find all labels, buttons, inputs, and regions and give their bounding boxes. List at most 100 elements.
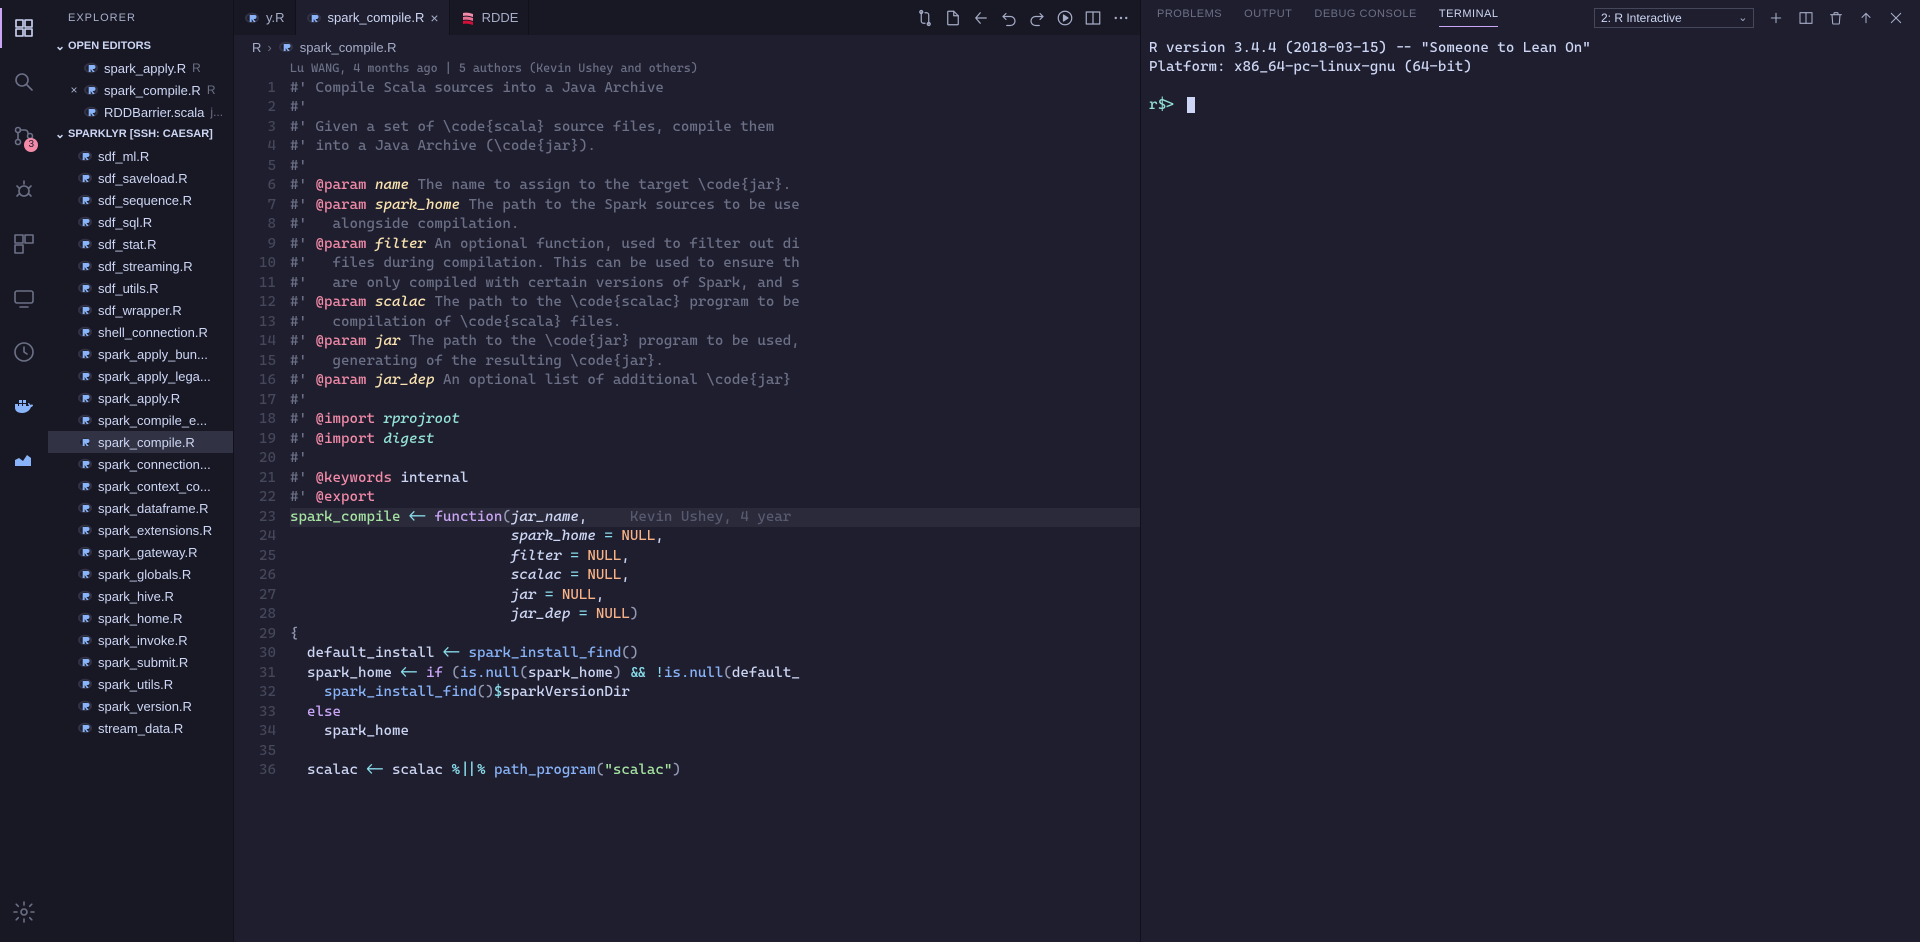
terminal[interactable]: R version 3.4.4 (2018-03-15) -- "Someone… <box>1141 35 1920 942</box>
open-editors-header[interactable]: ⌄ OPEN EDITORS <box>48 35 233 57</box>
open-editors-list: ×spark_apply.RR×spark_compile.RR×RDDBarr… <box>48 57 233 123</box>
r-file-icon <box>76 455 94 473</box>
r-file-icon <box>76 587 94 605</box>
panel-tab[interactable]: PROBLEMS <box>1157 8 1222 27</box>
r-file-icon <box>76 675 94 693</box>
r-file-icon <box>76 477 94 495</box>
docker-icon[interactable] <box>0 386 48 426</box>
file-tree: sdf_ml.Rsdf_saveload.Rsdf_sequence.Rsdf_… <box>48 145 233 942</box>
file-tree-item[interactable]: sdf_ml.R <box>48 145 233 167</box>
r-file-icon <box>76 301 94 319</box>
file-tree-item[interactable]: spark_hive.R <box>48 585 233 607</box>
debug-icon[interactable] <box>0 170 48 210</box>
r-file-icon <box>82 103 100 121</box>
r-file-icon <box>76 631 94 649</box>
r-file-icon <box>76 213 94 231</box>
panel-tab[interactable]: TERMINAL <box>1439 8 1499 27</box>
file-tree-item[interactable]: spark_submit.R <box>48 651 233 673</box>
tab-actions <box>906 0 1140 35</box>
file-tree-item[interactable]: spark_compile_e... <box>48 409 233 431</box>
explorer-sidebar: EXPLORER ⌄ OPEN EDITORS ×spark_apply.RR×… <box>48 0 234 942</box>
panel-tab[interactable]: OUTPUT <box>1244 8 1292 27</box>
explorer-icon[interactable] <box>0 8 48 48</box>
file-tree-item[interactable]: spark_apply_lega... <box>48 365 233 387</box>
workspace-header[interactable]: ⌄ SPARKLYR [SSH: CAESAR] <box>48 123 233 145</box>
file-tree-item[interactable]: spark_invoke.R <box>48 629 233 651</box>
file-tree-item[interactable]: spark_version.R <box>48 695 233 717</box>
file-tree-item[interactable]: sdf_wrapper.R <box>48 299 233 321</box>
file-tree-item[interactable]: spark_apply.R <box>48 387 233 409</box>
editor-tab[interactable]: spark_compile.R× <box>296 0 450 35</box>
explorer-title: EXPLORER <box>48 0 233 35</box>
r-file-icon <box>76 609 94 627</box>
r-file-icon <box>76 499 94 517</box>
file-tree-item[interactable]: shell_connection.R <box>48 321 233 343</box>
timeline-icon[interactable] <box>0 332 48 372</box>
extensions-icon[interactable] <box>0 224 48 264</box>
new-file-icon[interactable] <box>944 9 962 27</box>
split-editor-icon[interactable] <box>1084 9 1102 27</box>
open-editor-item[interactable]: ×RDDBarrier.scalaj... <box>48 101 233 123</box>
open-editor-item[interactable]: ×spark_apply.RR <box>48 57 233 79</box>
file-tree-item[interactable]: sdf_utils.R <box>48 277 233 299</box>
r-file-icon <box>82 81 100 99</box>
activity-bar: 3 <box>0 0 48 942</box>
editor-tab[interactable]: y.R <box>234 0 296 35</box>
file-tree-item[interactable]: sdf_saveload.R <box>48 167 233 189</box>
tab-bar: y.Rspark_compile.R×RDDE <box>234 0 1140 35</box>
close-icon[interactable]: × <box>66 83 82 97</box>
file-tree-item[interactable]: spark_compile.R <box>48 431 233 453</box>
undo-icon[interactable] <box>1000 9 1018 27</box>
bookmark-icon[interactable] <box>0 440 48 480</box>
file-icon <box>306 10 322 26</box>
scm-badge: 3 <box>24 138 38 152</box>
file-tree-item[interactable]: sdf_sequence.R <box>48 189 233 211</box>
search-icon[interactable] <box>0 62 48 102</box>
r-file-icon <box>76 235 94 253</box>
file-tree-item[interactable]: spark_connection... <box>48 453 233 475</box>
r-file-icon <box>76 279 94 297</box>
source-control-icon[interactable]: 3 <box>0 116 48 156</box>
settings-gear-icon[interactable] <box>0 892 48 932</box>
editor-tab[interactable]: RDDE <box>450 0 530 35</box>
open-editor-item[interactable]: ×spark_compile.RR <box>48 79 233 101</box>
r-file-icon <box>76 345 94 363</box>
maximize-panel-icon[interactable] <box>1858 10 1874 26</box>
breadcrumb[interactable]: R › spark_compile.R <box>234 35 1140 59</box>
file-tree-item[interactable]: spark_home.R <box>48 607 233 629</box>
file-tree-item[interactable]: spark_dataframe.R <box>48 497 233 519</box>
more-icon[interactable] <box>1112 9 1130 27</box>
file-tree-item[interactable]: spark_globals.R <box>48 563 233 585</box>
r-file-icon <box>76 257 94 275</box>
r-file-icon <box>76 147 94 165</box>
redo-icon[interactable] <box>1028 9 1046 27</box>
r-file-icon <box>76 411 94 429</box>
run-icon[interactable] <box>1056 9 1074 27</box>
remote-icon[interactable] <box>0 278 48 318</box>
file-tree-item[interactable]: spark_context_co... <box>48 475 233 497</box>
file-tree-item[interactable]: spark_utils.R <box>48 673 233 695</box>
file-tree-item[interactable]: spark_apply_bun... <box>48 343 233 365</box>
panel-tabs: PROBLEMS OUTPUT DEBUG CONSOLE TERMINAL 2: R… <box>1141 0 1920 35</box>
terminal-selector[interactable]: 2: R Interactive <box>1594 8 1754 28</box>
r-file-icon <box>76 169 94 187</box>
code-editor[interactable]: 1234567891011121314151617181920212223242… <box>234 59 1140 942</box>
git-compare-icon[interactable] <box>916 9 934 27</box>
file-tree-item[interactable]: spark_gateway.R <box>48 541 233 563</box>
panel-tab[interactable]: DEBUG CONSOLE <box>1314 8 1416 27</box>
file-tree-item[interactable]: sdf_stat.R <box>48 233 233 255</box>
close-panel-icon[interactable] <box>1888 10 1904 26</box>
close-icon[interactable]: × <box>430 10 438 26</box>
kill-terminal-icon[interactable] <box>1828 10 1844 26</box>
split-terminal-icon[interactable] <box>1798 10 1814 26</box>
file-tree-item[interactable]: sdf_streaming.R <box>48 255 233 277</box>
file-tree-item[interactable]: sdf_sql.R <box>48 211 233 233</box>
editor-group: y.Rspark_compile.R×RDDE R › spark_compil… <box>234 0 1140 942</box>
file-tree-item[interactable]: spark_extensions.R <box>48 519 233 541</box>
file-tree-item[interactable]: stream_data.R <box>48 717 233 739</box>
go-back-icon[interactable] <box>972 9 990 27</box>
r-file-icon <box>76 697 94 715</box>
new-terminal-icon[interactable] <box>1768 10 1784 26</box>
codelens[interactable]: Lu WANG, 4 months ago | 5 authors (Kevin… <box>290 59 1140 79</box>
r-file-icon <box>76 719 94 737</box>
